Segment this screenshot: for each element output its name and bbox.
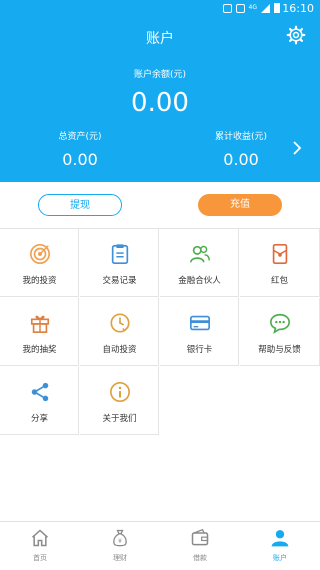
grid-item-label: 红包 <box>270 276 288 286</box>
grid-item-auto-invest[interactable]: 自动投资 <box>80 298 159 366</box>
feature-grid: 我的投资 交易记录 金融合伙人 红包 我的抽奖 自动投资 银行卡 帮助与反馈 分… <box>0 228 320 435</box>
info-icon <box>110 382 130 402</box>
signal-icon <box>261 3 270 13</box>
money-bag-icon: ¥ <box>113 529 127 547</box>
grid-item-label: 金融合伙人 <box>178 276 221 286</box>
grid-item-label: 分享 <box>30 414 48 424</box>
share-icon <box>31 382 49 402</box>
status-bar: 4G 16:10 <box>0 0 320 18</box>
grid-item-share[interactable]: 分享 <box>0 367 79 435</box>
tab-account[interactable]: 账户 <box>240 522 320 570</box>
page-title: 账户 <box>146 31 174 47</box>
alarm-icon <box>222 3 232 13</box>
grid-item-about[interactable]: 关于我们 <box>80 367 159 435</box>
cumulative-income-value: 0.00 <box>223 150 259 169</box>
grid-item-label: 我的投资 <box>22 276 57 286</box>
chevron-right-icon[interactable] <box>292 141 302 155</box>
clipboard-icon <box>111 244 129 264</box>
bank-card-icon <box>190 315 210 331</box>
partners-icon <box>190 245 210 263</box>
wallet-icon <box>191 528 209 546</box>
withdraw-button[interactable]: 提现 <box>38 194 122 216</box>
total-assets-value: 0.00 <box>62 150 98 169</box>
tab-home[interactable]: 首页 <box>0 522 80 570</box>
tab-label: 理财 <box>113 554 127 562</box>
grid-item-my-investment[interactable]: 我的投资 <box>0 229 79 297</box>
sim-icon <box>235 3 245 13</box>
grid-item-transactions[interactable]: 交易记录 <box>80 229 159 297</box>
balance-value: 0.00 <box>131 88 189 118</box>
grid-item-label: 帮助与反馈 <box>258 345 301 355</box>
tab-loan[interactable]: 借款 <box>160 522 240 570</box>
grid-item-label: 银行卡 <box>186 345 213 355</box>
grid-item-partner[interactable]: 金融合伙人 <box>160 229 239 297</box>
bottom-tab-bar: 首页 ¥ 理财 借款 账户 <box>0 521 320 570</box>
grid-item-label: 交易记录 <box>102 276 137 286</box>
auto-invest-icon <box>110 313 130 333</box>
cumulative-income-label: 累计收益(元) <box>214 132 268 142</box>
grid-item-red-packet[interactable]: 红包 <box>240 229 320 297</box>
status-time: 16:10 <box>282 2 314 15</box>
red-packet-icon <box>272 244 288 264</box>
grid-item-lottery[interactable]: 我的抽奖 <box>0 298 79 366</box>
grid-item-bank-card[interactable]: 银行卡 <box>160 298 239 366</box>
tab-label: 账户 <box>273 554 287 562</box>
svg-text:¥: ¥ <box>118 539 122 545</box>
grid-item-label: 我的抽奖 <box>22 345 57 355</box>
balance-label: 账户余额(元) <box>133 70 187 80</box>
target-icon <box>30 244 50 264</box>
battery-icon <box>274 3 280 13</box>
action-bar: 提现 充值 <box>0 182 320 228</box>
account-header: 账户 账户余额(元) 0.00 总资产(元) 0.00 累计收益(元) 0.00 <box>0 18 320 182</box>
home-icon <box>32 529 48 547</box>
gear-icon[interactable] <box>286 25 306 45</box>
recharge-button[interactable]: 充值 <box>198 194 282 216</box>
chat-bubble-icon <box>270 313 290 334</box>
tab-label: 首页 <box>33 554 47 562</box>
grid-item-label: 关于我们 <box>102 414 137 424</box>
person-icon <box>271 530 289 547</box>
total-assets-label: 总资产(元) <box>58 132 102 142</box>
tab-label: 借款 <box>193 554 207 562</box>
network-type: 4G <box>248 4 257 11</box>
status-icons: 4G <box>222 3 280 13</box>
grid-item-help[interactable]: 帮助与反馈 <box>240 298 320 366</box>
gift-icon <box>30 315 50 333</box>
tab-finance[interactable]: ¥ 理财 <box>80 522 160 570</box>
grid-item-label: 自动投资 <box>102 345 137 355</box>
